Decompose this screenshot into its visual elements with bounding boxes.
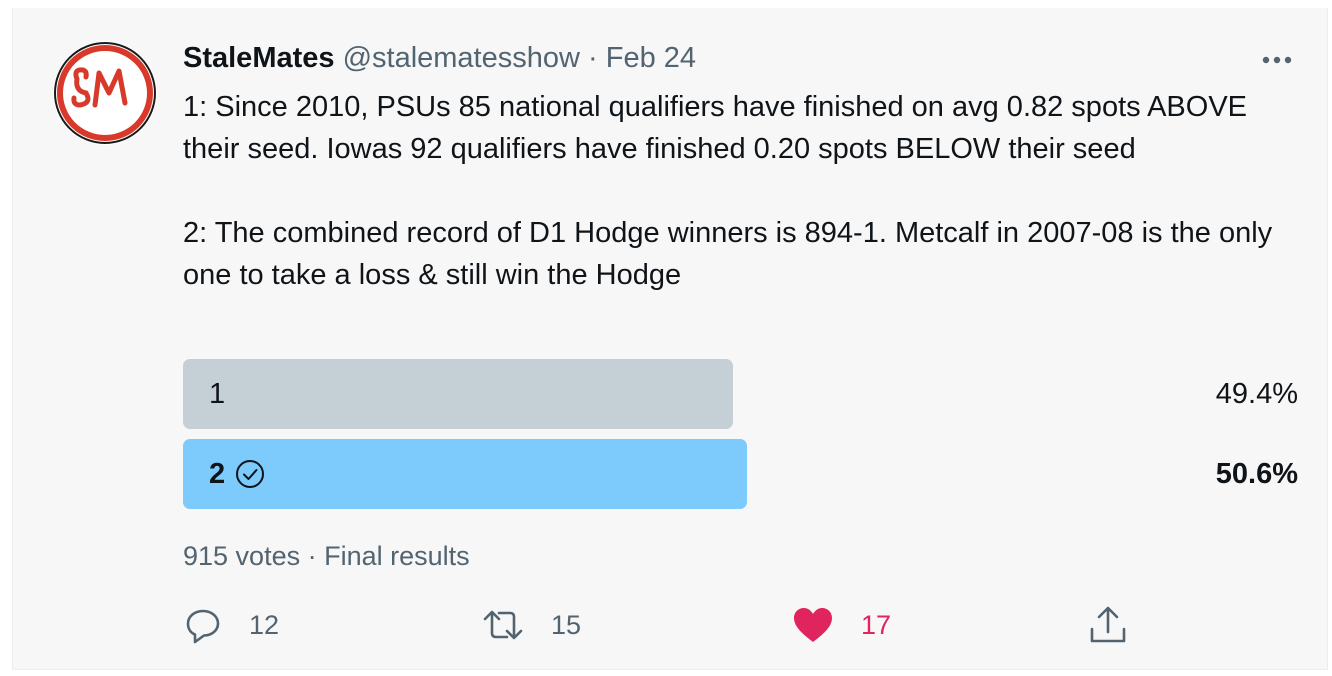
display-name[interactable]: StaleMates xyxy=(183,42,335,74)
tweet-text: 1: Since 2010, PSUs 85 national qualifie… xyxy=(183,86,1303,296)
poll-option-label: 1 xyxy=(209,359,225,429)
header-separator: · xyxy=(588,42,598,74)
poll-option-label: 2 xyxy=(209,439,265,509)
retweet-count: 15 xyxy=(551,609,582,640)
tweet-actions: 12 15 17 xyxy=(183,600,1303,650)
avatar[interactable] xyxy=(53,41,157,145)
poll-option-text: 2 xyxy=(209,458,226,490)
poll-option-1: 1 49.4% xyxy=(183,359,1298,429)
poll-option-percent: 50.6% xyxy=(1215,458,1298,490)
avatar-logo-icon xyxy=(54,42,156,144)
reply-count: 12 xyxy=(249,609,280,640)
share-button[interactable] xyxy=(1086,600,1130,650)
like-button[interactable]: 17 xyxy=(791,600,891,650)
heart-icon xyxy=(794,608,832,642)
retweet-icon xyxy=(483,610,523,640)
poll-summary: 915 votes · Final results xyxy=(183,538,470,574)
poll-summary-separator: · xyxy=(307,541,317,571)
share-icon xyxy=(1090,606,1126,643)
reply-icon xyxy=(186,609,220,644)
poll-result-bar xyxy=(183,439,747,509)
more-button[interactable] xyxy=(1251,38,1301,78)
poll-vote-count: 915 votes xyxy=(183,541,301,571)
tweet-card[interactable]: StaleMates @stalematesshow · Feb 24 1: S… xyxy=(12,8,1328,670)
reply-button[interactable]: 12 xyxy=(183,600,279,650)
check-circle-icon xyxy=(236,460,265,488)
tweet-header: StaleMates @stalematesshow · Feb 24 xyxy=(183,38,696,78)
tweet-paragraph: 1: Since 2010, PSUs 85 national qualifie… xyxy=(183,91,1248,165)
tweet-date[interactable]: Feb 24 xyxy=(606,42,696,74)
poll-option-percent: 49.4% xyxy=(1215,378,1298,410)
retweet-button[interactable]: 15 xyxy=(481,600,581,650)
poll-status: Final results xyxy=(324,541,470,571)
more-icon xyxy=(1262,56,1292,64)
poll-result-bar xyxy=(183,359,733,429)
user-handle[interactable]: @stalematesshow xyxy=(343,42,580,74)
like-count: 17 xyxy=(861,609,892,640)
poll-option-text: 1 xyxy=(209,378,226,410)
tweet-paragraph: 2: The combined record of D1 Hodge winne… xyxy=(183,217,1273,291)
poll-option-2: 2 50.6% xyxy=(183,439,1298,509)
